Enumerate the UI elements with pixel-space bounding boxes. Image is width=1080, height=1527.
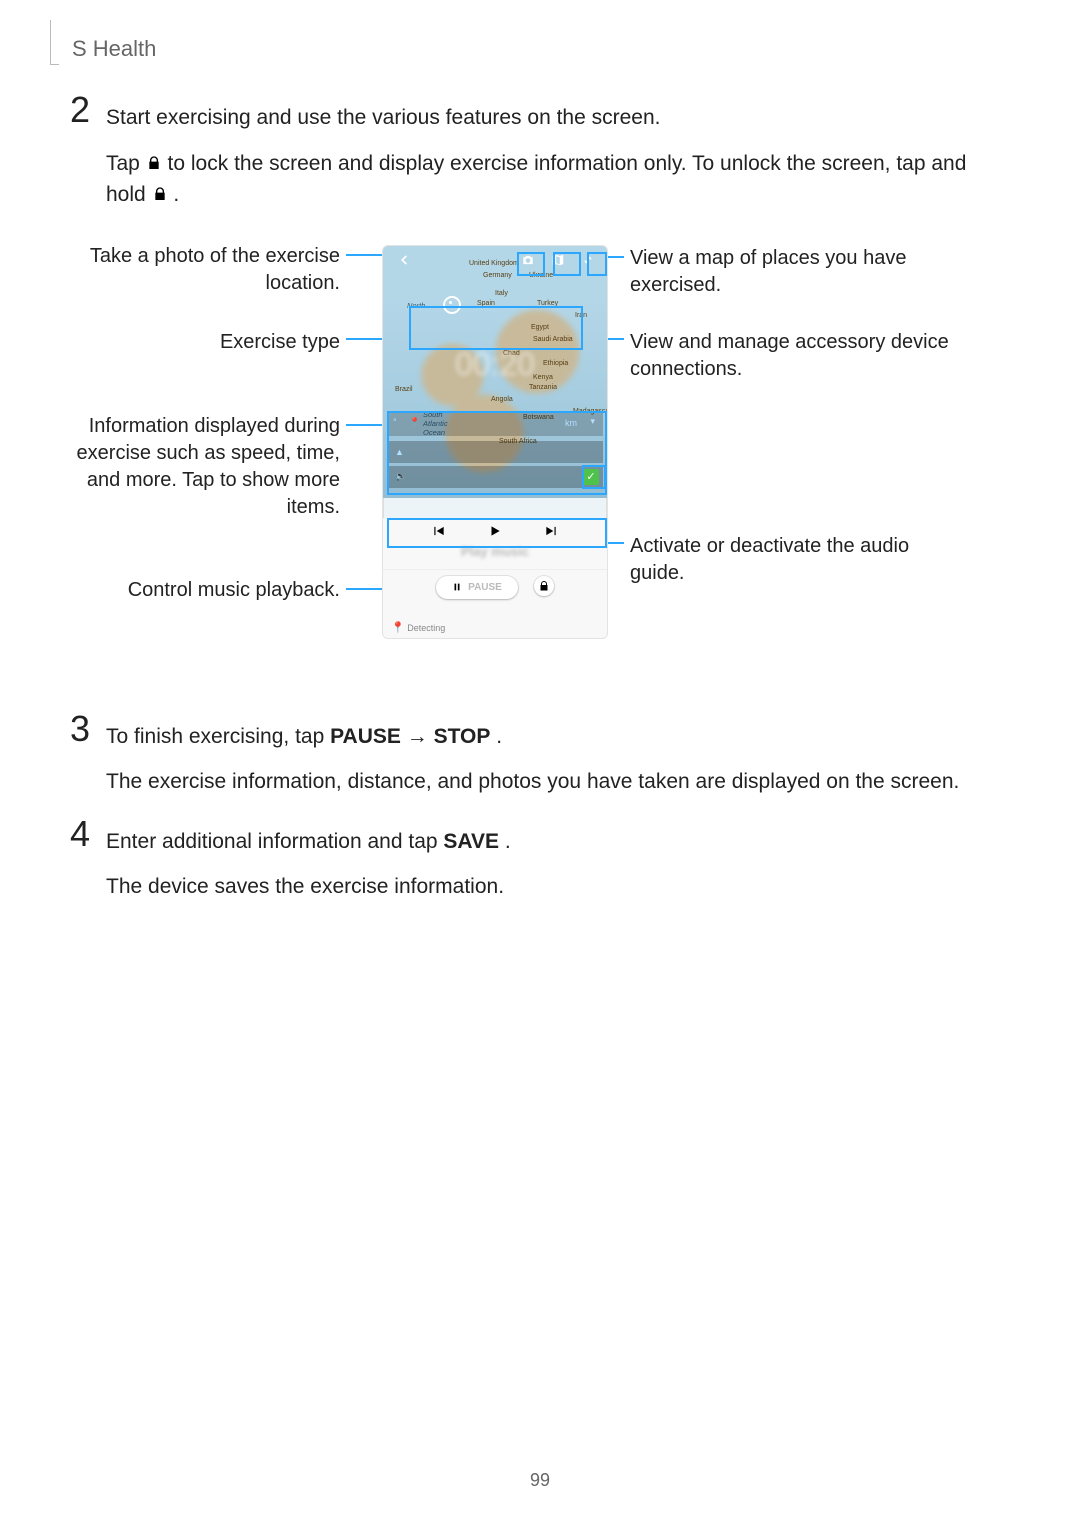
gps-text: Detecting	[407, 623, 445, 633]
pin-icon: 📍	[409, 417, 420, 428]
header-rule	[50, 20, 59, 65]
pause-button[interactable]: PAUSE	[436, 576, 518, 599]
audio-guide-checkbox[interactable]: ✓	[583, 469, 599, 485]
map-area[interactable]: North South Atlantic Ocean Germany Unite…	[383, 246, 607, 498]
callout-music: Control music playback.	[40, 577, 340, 604]
next-track-button[interactable]	[544, 524, 558, 543]
temperature-icon: °	[393, 417, 397, 427]
callout-audio: Activate or deactivate the audio guide.	[630, 533, 960, 587]
step2-text-a: Tap	[106, 152, 146, 175]
ocean-label-north: North	[407, 301, 425, 310]
lock-icon	[152, 183, 168, 210]
pause-label: PAUSE	[468, 582, 502, 593]
alert-row[interactable]: ▲	[387, 441, 603, 463]
step4-line2: The device saves the exercise informatio…	[106, 871, 1010, 903]
metrics-row[interactable]: ° 📍 km ▾	[387, 412, 603, 436]
play-button[interactable]	[488, 524, 502, 543]
lock-icon	[146, 152, 162, 179]
bottom-controls: PAUSE 📍 Detecting	[383, 569, 607, 638]
step2-text-c: .	[173, 183, 179, 206]
step3-pause: PAUSE	[330, 725, 401, 748]
speaker-icon: 🔈	[395, 471, 406, 482]
page-number: 99	[0, 1470, 1080, 1491]
country-label: Saudi Arabia	[533, 336, 573, 343]
country-label: Turkey	[537, 300, 558, 307]
play-music-label: Play music	[383, 544, 607, 559]
country-label: Egypt	[531, 324, 549, 331]
step-number-4: 4	[70, 816, 106, 852]
pin-icon: 📍	[391, 622, 405, 634]
step4-text-a: Enter additional information and tap	[106, 830, 443, 853]
accessory-icon[interactable]	[581, 253, 595, 272]
step-number-3: 3	[70, 711, 106, 747]
audio-guide-row[interactable]: 🔈	[387, 466, 603, 488]
warning-icon: ▲	[395, 447, 404, 457]
country-label: Angola	[491, 396, 513, 403]
country-label: Italy	[495, 290, 508, 297]
country-label: Tanzania	[529, 384, 557, 391]
exercise-diagram: Take a photo of the exercise location. E…	[40, 233, 980, 703]
gps-status: 📍 Detecting	[391, 621, 445, 634]
callout-map: View a map of places you have exercised.	[630, 245, 960, 299]
step2-line2: Tap to lock the screen and display exerc…	[106, 148, 1010, 211]
step4-line1: Enter additional information and tap SAV…	[106, 826, 1010, 858]
step2-line1: Start exercising and use the various fea…	[106, 102, 1010, 134]
step3-line1: To finish exercising, tap PAUSE → STOP .	[106, 721, 1010, 753]
exercise-timer: 00:20	[383, 346, 607, 383]
back-icon[interactable]	[397, 253, 411, 272]
exercise-type-icon[interactable]	[443, 296, 461, 314]
country-label: Iran	[575, 312, 587, 319]
step3-line2: The exercise information, distance, and …	[106, 766, 1010, 798]
step4-end: .	[505, 830, 511, 853]
callout-info: Information displayed during exercise su…	[40, 413, 340, 521]
step-number-2: 2	[70, 92, 106, 128]
callout-exercise-type: Exercise type	[40, 329, 340, 356]
country-label: Spain	[477, 300, 495, 307]
step3-text-a: To finish exercising, tap	[106, 725, 330, 748]
step3-end: .	[496, 725, 502, 748]
callout-photo: Take a photo of the exercise location.	[40, 243, 340, 297]
page-section-title: S Health	[72, 36, 156, 62]
step2-text-b: to lock the screen and display exercise …	[106, 152, 966, 207]
map-icon[interactable]	[551, 253, 565, 272]
callout-accessory: View and manage accessory device connect…	[630, 329, 960, 383]
camera-icon[interactable]	[521, 253, 535, 272]
lock-button[interactable]	[534, 576, 554, 596]
previous-track-button[interactable]	[432, 524, 446, 543]
chevron-down-icon[interactable]: ▾	[590, 416, 595, 427]
step3-stop: STOP	[434, 725, 491, 748]
country-label: Brazil	[395, 386, 413, 393]
top-icon-bar	[383, 252, 607, 274]
phone-screenshot: North South Atlantic Ocean Germany Unite…	[382, 245, 608, 639]
metrics-unit: km	[565, 418, 577, 428]
step4-save: SAVE	[443, 830, 499, 853]
step3-arrow: →	[407, 725, 434, 748]
